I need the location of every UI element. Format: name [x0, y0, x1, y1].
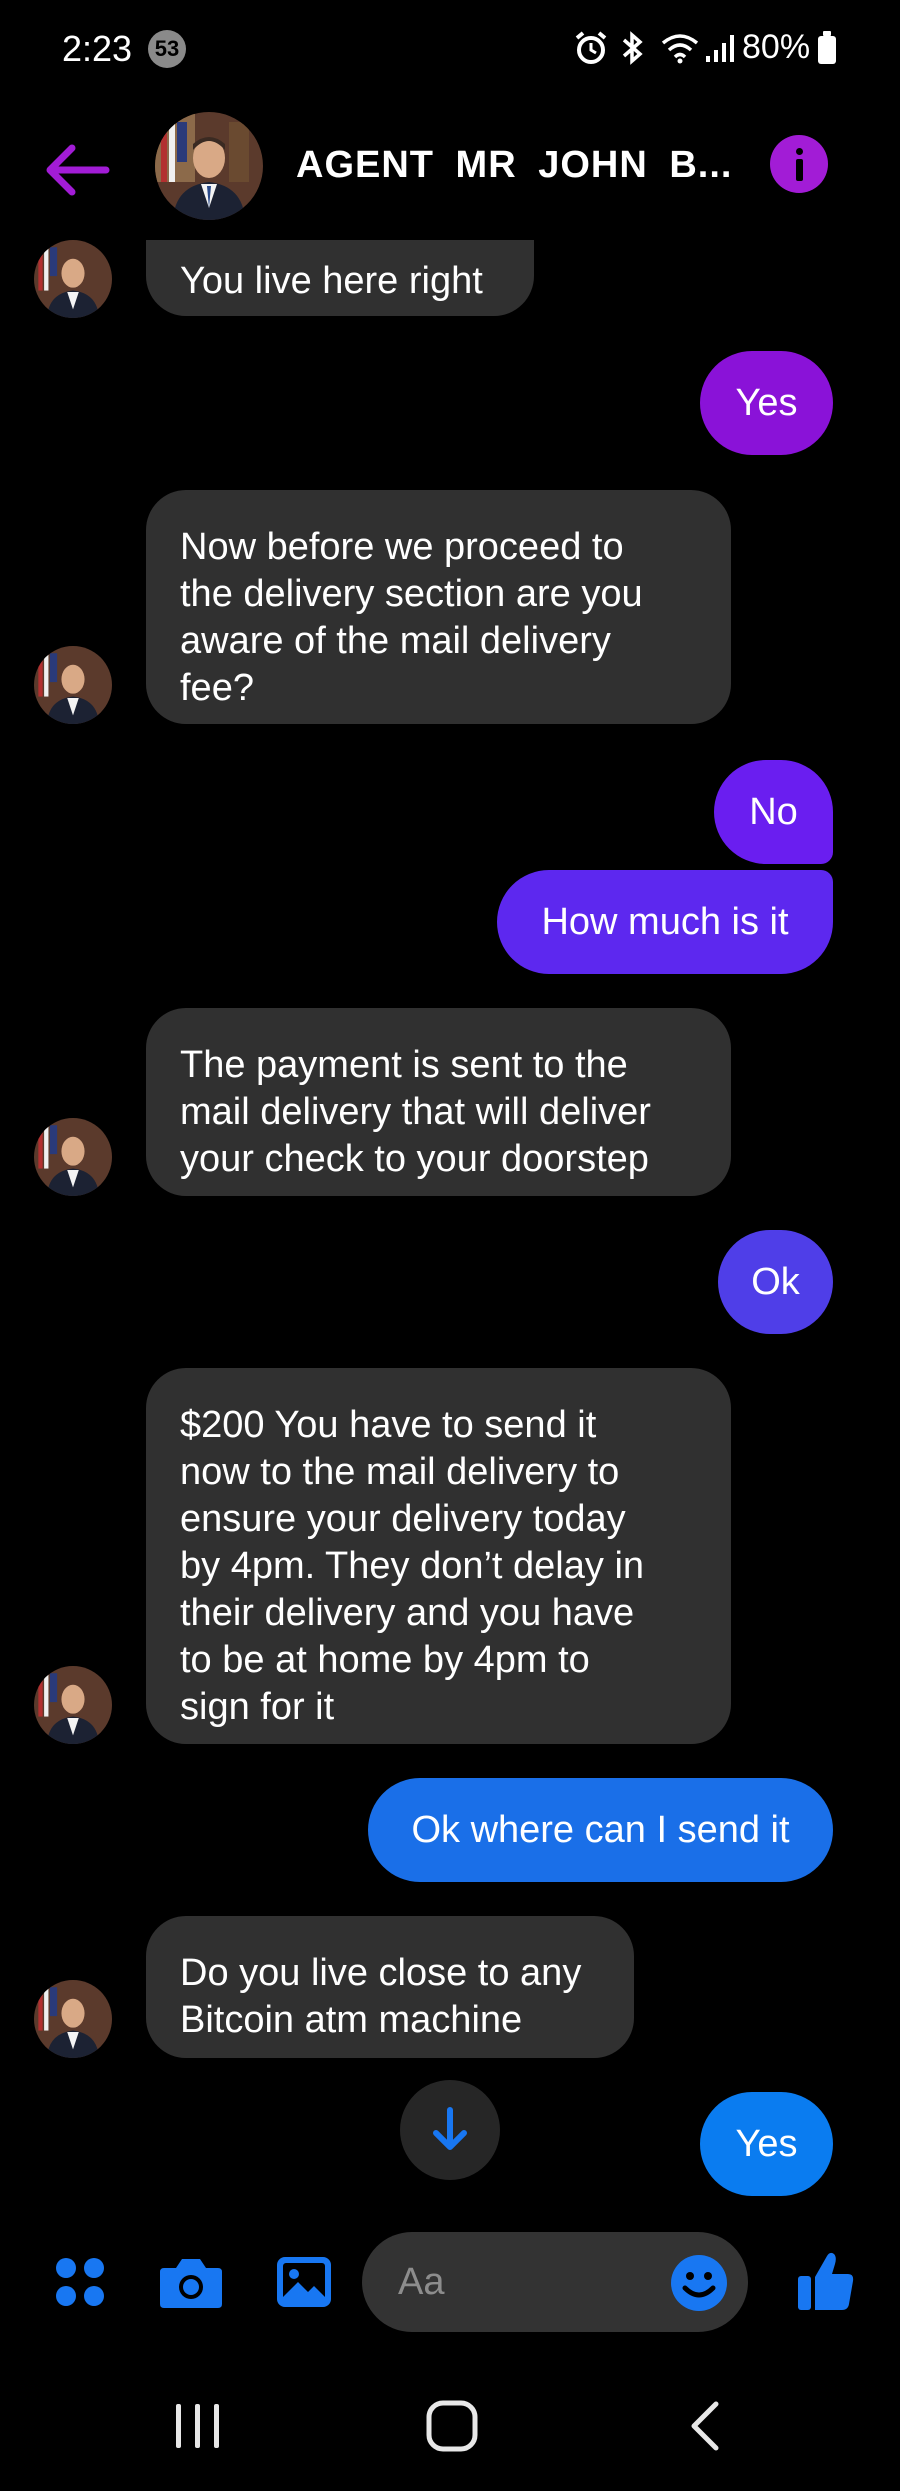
signal-icon — [706, 35, 734, 62]
sender-photo — [34, 1118, 112, 1196]
contact-photo — [155, 112, 263, 220]
sender-avatar[interactable] — [34, 1666, 112, 1744]
contact-name[interactable]: AGENT MR JOHN B... — [296, 144, 732, 187]
sender-photo — [34, 646, 112, 724]
status-bar: 2:23 53 80% — [0, 0, 900, 100]
camera-icon[interactable] — [158, 2254, 224, 2310]
system-back-icon[interactable] — [682, 2398, 726, 2454]
wifi-icon — [661, 34, 699, 64]
notification-count-badge: 53 — [148, 30, 186, 68]
back-arrow-icon[interactable] — [40, 140, 120, 200]
conversation-header: AGENT MR JOHN B... — [0, 100, 900, 240]
message-list[interactable]: You live here right Yes Now before we pr… — [0, 240, 900, 2220]
bluetooth-icon — [622, 31, 643, 65]
outgoing-message[interactable]: Ok where can I send it — [368, 1778, 833, 1882]
incoming-message[interactable]: The payment is sent to the mail delivery… — [146, 1008, 731, 1196]
outgoing-message[interactable]: Yes — [700, 2092, 833, 2196]
outgoing-message[interactable]: Yes — [700, 351, 833, 455]
sender-photo — [34, 240, 112, 318]
battery-percentage: 80% — [742, 28, 811, 66]
sender-avatar[interactable] — [34, 240, 112, 318]
gallery-icon[interactable] — [274, 2254, 334, 2310]
sender-avatar[interactable] — [34, 1980, 112, 2058]
outgoing-message[interactable]: No — [714, 760, 833, 864]
system-navigation-bar — [0, 2350, 900, 2491]
outgoing-message[interactable]: Ok — [718, 1230, 833, 1334]
incoming-message[interactable]: $200 You have to send it now to the mail… — [146, 1368, 731, 1744]
apps-grid-icon[interactable] — [52, 2254, 108, 2310]
contact-avatar[interactable] — [155, 112, 263, 220]
arrow-down-icon — [433, 2107, 467, 2150]
incoming-message[interactable]: You live here right — [146, 240, 534, 316]
info-icon[interactable] — [770, 135, 828, 193]
home-icon[interactable] — [424, 2398, 480, 2454]
sender-avatar[interactable] — [34, 646, 112, 724]
sender-photo — [34, 1666, 112, 1744]
incoming-message[interactable]: Do you live close to any Bitcoin atm mac… — [146, 1916, 634, 2058]
composer-bar — [0, 2220, 900, 2350]
battery-icon — [818, 31, 836, 64]
sender-photo — [34, 1980, 112, 2058]
alarm-icon — [575, 31, 607, 64]
incoming-message[interactable]: Now before we proceed to the delivery se… — [146, 490, 731, 724]
emoji-icon[interactable] — [670, 2254, 728, 2312]
sender-avatar[interactable] — [34, 1118, 112, 1196]
scroll-to-bottom-button[interactable] — [400, 2080, 500, 2180]
recent-apps-icon[interactable] — [170, 2400, 226, 2452]
status-time: 2:23 — [62, 28, 133, 69]
thumbs-up-icon[interactable] — [796, 2250, 856, 2312]
outgoing-message[interactable]: How much is it — [497, 870, 833, 974]
